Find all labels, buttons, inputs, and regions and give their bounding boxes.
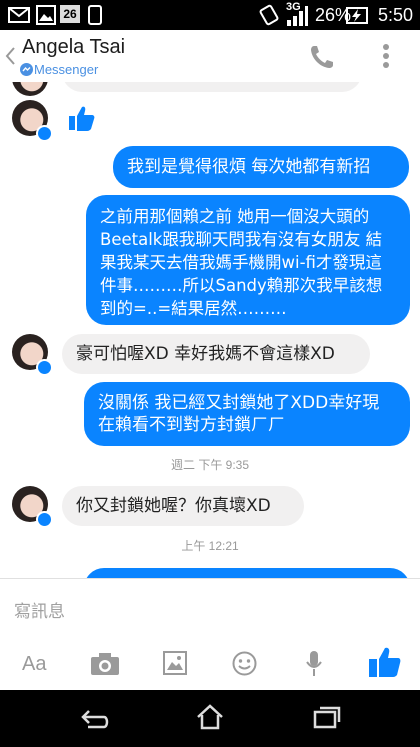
back-chevron-icon[interactable] xyxy=(4,46,16,66)
outgoing-message: 沒關係 我已經又封鎖她了XDD幸好現在賴看不到對方封鎖ㄏㄏ xyxy=(84,382,410,446)
outgoing-message: 我到是覺得很煩 每次她都有新招 xyxy=(113,146,409,188)
incoming-message: 豪可怕喔XD 幸好我媽不會這樣XD xyxy=(62,334,370,374)
timestamp: 上午 12:21 xyxy=(181,539,239,553)
send-like-icon[interactable] xyxy=(368,645,402,679)
signal-icon xyxy=(287,6,308,26)
messenger-badge-icon xyxy=(36,359,53,376)
contact-name[interactable]: Angela Tsai xyxy=(22,36,125,59)
messenger-badge-icon xyxy=(36,125,53,142)
status-bar: 26 3G 26% 5:50 xyxy=(0,0,420,30)
microphone-icon[interactable] xyxy=(305,650,323,677)
gallery-icon[interactable] xyxy=(163,651,187,675)
thumbs-up-icon xyxy=(69,106,95,131)
more-options-icon[interactable] xyxy=(382,43,390,69)
outgoing-message: 之前用那個賴之前 她用一個沒大頭的Beetalk跟我聊天問我有沒有女朋友 結果我… xyxy=(86,195,410,325)
emoji-icon[interactable] xyxy=(232,651,257,676)
notification-badge: 26 xyxy=(60,5,80,23)
phone-call-icon[interactable] xyxy=(308,43,336,71)
system-nav-bar xyxy=(0,690,420,747)
message-input[interactable]: 寫訊息 xyxy=(14,597,65,622)
messenger-icon xyxy=(20,63,33,76)
recent-apps-icon[interactable] xyxy=(312,704,342,730)
cut-off-message-bubble xyxy=(62,82,362,92)
cut-off-message-bubble xyxy=(84,568,410,578)
messenger-badge-icon xyxy=(36,511,53,528)
incoming-message: 你又封鎖她喔？你真壞XD xyxy=(62,486,304,526)
text-style-button[interactable]: Aa xyxy=(22,653,46,676)
composer: 寫訊息 Aa xyxy=(0,578,420,691)
back-icon[interactable] xyxy=(80,708,110,730)
vibrate-icon xyxy=(259,4,279,26)
camera-icon[interactable] xyxy=(90,652,120,676)
email-icon xyxy=(8,7,30,23)
image-icon xyxy=(36,5,56,25)
conversation-header: Angela Tsai Messenger xyxy=(0,30,420,83)
clock: 5:50 xyxy=(378,5,414,25)
messenger-label: Messenger xyxy=(34,62,99,77)
battery-charging-icon xyxy=(346,7,368,24)
home-icon[interactable] xyxy=(196,703,224,731)
timestamp: 週二 下午 9:35 xyxy=(170,458,250,472)
phone-outline-icon xyxy=(88,5,102,25)
message-list[interactable]: 我到是覺得很煩 每次她都有新招 之前用那個賴之前 她用一個沒大頭的Beetalk… xyxy=(0,82,420,578)
avatar xyxy=(12,82,48,96)
